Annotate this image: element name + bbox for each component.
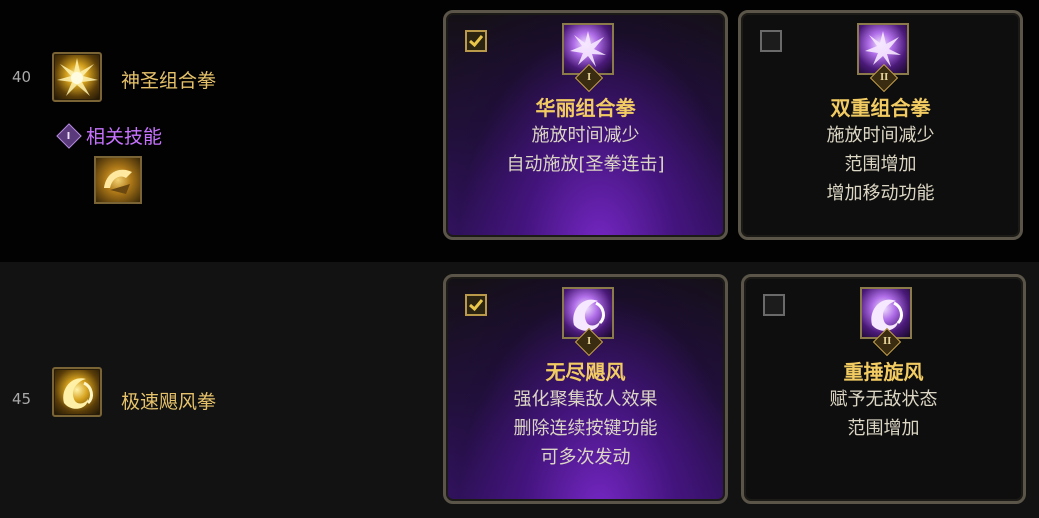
talent-option-card[interactable]: I 无尽飓风 强化聚集敌人效果 删除连续按键功能 可多次发动 — [443, 274, 728, 504]
skill-name: 神圣组合拳 — [121, 70, 217, 92]
option-checkbox[interactable] — [760, 30, 782, 52]
talent-description: 重捶旋风 赋予无敌状态 范围增加 — [744, 359, 1023, 443]
golden-whirl-icon[interactable] — [52, 367, 102, 417]
talent-description: 华丽组合拳 施放时间减少 自动施放[圣拳连击] — [446, 95, 725, 179]
talent-effect: 范围增加 — [844, 154, 917, 175]
talent-effect: 施放时间减少 — [531, 125, 640, 146]
talent-title: 无尽飓风 — [545, 360, 626, 384]
option-checkbox[interactable] — [465, 30, 487, 52]
talent-description: 无尽飓风 强化聚集敌人效果 删除连续按键功能 可多次发动 — [446, 359, 725, 472]
related-skills: I 相关技能 — [56, 122, 163, 149]
skill-level: 45 — [12, 390, 32, 408]
talent-title: 华丽组合拳 — [535, 96, 636, 120]
talent-option-card[interactable]: II 重捶旋风 赋予无敌状态 范围增加 — [741, 274, 1026, 504]
golden-burst-icon[interactable] — [52, 52, 102, 102]
talent-option-card[interactable]: II 双重组合拳 施放时间减少 范围增加 增加移动功能 — [738, 10, 1023, 240]
talent-title: 重捶旋风 — [843, 360, 924, 384]
golden-fist-icon[interactable] — [94, 156, 142, 204]
talent-row-45: 45 极速飓风拳 I 无尽飓风 强化聚集敌人效果 删除连续按键功能 可多次发动 — [0, 262, 1039, 518]
talent-effect: 赋予无敌状态 — [829, 389, 938, 410]
talent-effect: 可多次发动 — [540, 447, 631, 468]
talent-option-card[interactable]: I 华丽组合拳 施放时间减少 自动施放[圣拳连击] — [443, 10, 728, 240]
talent-description: 双重组合拳 施放时间减少 范围增加 增加移动功能 — [741, 95, 1020, 208]
talent-effect: 强化聚集敌人效果 — [513, 389, 658, 410]
talent-title: 双重组合拳 — [830, 96, 931, 120]
option-checkbox[interactable] — [465, 294, 487, 316]
talent-effect: 施放时间减少 — [826, 125, 935, 146]
talent-effect: 范围增加 — [847, 418, 920, 439]
talent-effect: 删除连续按键功能 — [513, 418, 658, 439]
skill-level: 40 — [12, 68, 32, 86]
roman-one-badge: I — [56, 122, 82, 149]
talent-row-40: 40 神圣组合拳 I 相关技能 I 华丽组合拳 施放时间减少 自动施放[圣拳连击… — [0, 0, 1039, 262]
skill-name: 极速飓风拳 — [121, 391, 217, 413]
talent-effect: 自动施放[圣拳连击] — [506, 154, 665, 175]
option-checkbox[interactable] — [763, 294, 785, 316]
talent-effect: 增加移动功能 — [826, 183, 935, 204]
related-skills-label: 相关技能 — [86, 126, 163, 148]
